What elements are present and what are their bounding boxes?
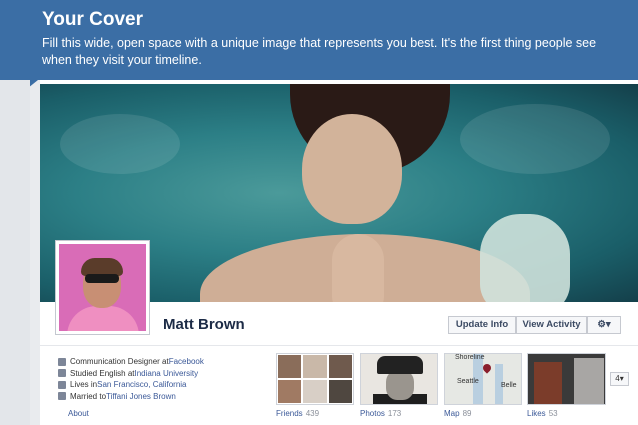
section-label: Map xyxy=(444,409,460,418)
avatar-shirt xyxy=(67,306,139,331)
section-count: 53 xyxy=(548,409,558,418)
left-gutter xyxy=(0,80,30,425)
avatar xyxy=(59,244,146,331)
map-pin-icon xyxy=(481,362,493,374)
friend-photo xyxy=(327,379,353,404)
friend-photo xyxy=(277,354,303,379)
banner-description: Fill this wide, open space with a unique… xyxy=(42,36,597,67)
water-light xyxy=(60,114,180,174)
cover-tooltip-banner: Your Cover Fill this wide, open space wi… xyxy=(0,0,638,80)
section-label: Photos xyxy=(360,409,385,418)
info-location: Lives in San Francisco, California xyxy=(58,379,204,391)
section-count: 89 xyxy=(462,409,472,418)
work-icon xyxy=(58,357,66,366)
photo-face xyxy=(386,370,414,400)
info-text: Married to xyxy=(70,391,107,401)
more-sections-button[interactable]: 4▾ xyxy=(610,372,629,386)
photos-label[interactable]: Photos 173 xyxy=(360,409,401,418)
banner-title: Your Cover xyxy=(42,9,144,30)
info-education: Studied English at Indiana University xyxy=(58,368,204,380)
friend-photo xyxy=(327,354,353,379)
friends-label[interactable]: Friends 439 xyxy=(276,409,319,418)
avatar-sunglasses xyxy=(85,274,119,283)
like-photo xyxy=(574,358,604,404)
map-label: Belle xyxy=(501,382,517,389)
about-link[interactable]: About xyxy=(68,409,89,418)
divider xyxy=(40,345,638,346)
cover-hand-left xyxy=(332,234,384,302)
info-work: Communication Designer at Facebook xyxy=(58,356,204,368)
cover-hand-right xyxy=(480,214,570,302)
friend-photo xyxy=(277,379,303,404)
likes-label[interactable]: Likes 53 xyxy=(527,409,558,418)
info-link[interactable]: Indiana University xyxy=(135,368,199,380)
info-link[interactable]: Facebook xyxy=(169,356,204,368)
map-label: Shoreline xyxy=(455,354,485,361)
section-count: 173 xyxy=(387,409,402,418)
friend-photo xyxy=(302,379,328,404)
update-info-button[interactable]: Update Info xyxy=(448,316,516,334)
friend-photo xyxy=(302,354,328,379)
settings-gear-button[interactable]: ⚙▾ xyxy=(587,316,621,334)
map-label: Seattle xyxy=(457,378,479,385)
home-icon xyxy=(58,380,66,389)
map-thumbnail[interactable]: Shoreline Seattle Belle xyxy=(444,353,522,405)
view-activity-button[interactable]: View Activity xyxy=(516,316,587,334)
info-text: Communication Designer at xyxy=(70,357,169,366)
section-count: 439 xyxy=(305,409,320,418)
photos-thumbnail[interactable] xyxy=(360,353,438,405)
likes-thumbnail[interactable] xyxy=(527,353,606,405)
info-relationship: Married to Tiffani Jones Brown xyxy=(58,391,204,403)
relationship-icon xyxy=(58,392,66,401)
education-icon xyxy=(58,369,66,378)
photo-hat xyxy=(377,356,423,374)
section-label: Likes xyxy=(527,409,546,418)
profile-name[interactable]: Matt Brown xyxy=(163,316,245,333)
info-text: Studied English at xyxy=(70,368,135,378)
map-label[interactable]: Map 89 xyxy=(444,409,471,418)
info-link[interactable]: Tiffani Jones Brown xyxy=(106,391,176,403)
cover-face xyxy=(302,114,402,224)
water-light xyxy=(460,104,610,174)
friends-thumbnail[interactable] xyxy=(276,353,354,405)
profile-info-list: Communication Designer at Facebook Studi… xyxy=(58,356,204,402)
section-label: Friends xyxy=(276,409,303,418)
profile-picture[interactable] xyxy=(55,240,150,335)
info-link[interactable]: San Francisco, California xyxy=(97,379,186,391)
like-photo xyxy=(534,362,562,404)
info-text: Lives in xyxy=(70,380,98,389)
